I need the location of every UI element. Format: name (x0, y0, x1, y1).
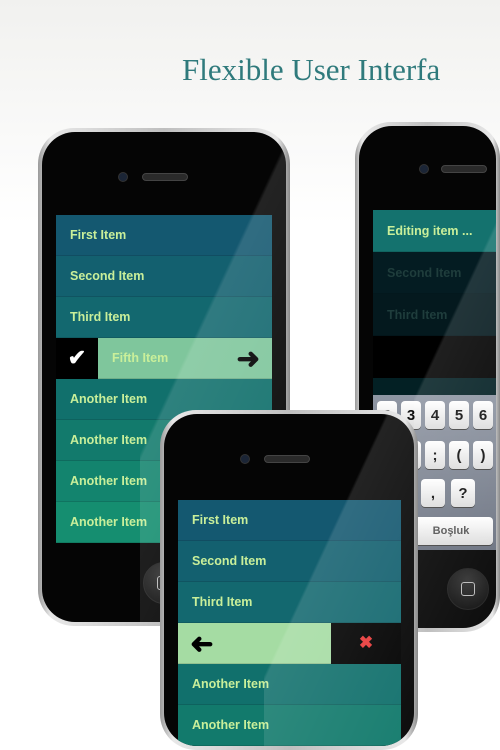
list-item[interactable]: First Item (56, 215, 272, 256)
key[interactable]: , (421, 479, 445, 507)
item-label: Another Item (70, 392, 148, 406)
key[interactable]: ; (425, 441, 445, 469)
swipe-row[interactable]: ✔ Fifth Item ➜ (56, 337, 272, 379)
camera (419, 164, 429, 174)
arrow-right-icon[interactable]: ➜ (237, 342, 260, 375)
camera (118, 172, 128, 182)
key[interactable]: ( (449, 441, 469, 469)
speaker (441, 165, 487, 173)
item-label: Another Item (70, 515, 148, 529)
key[interactable]: 6 (473, 401, 493, 429)
item-label: First Item (70, 228, 127, 242)
list-item[interactable]: Another Item (178, 705, 401, 746)
key[interactable]: ) (473, 441, 493, 469)
item-label: Another Item (70, 474, 148, 488)
home-button[interactable] (447, 568, 489, 610)
list-item[interactable]: Second Item (373, 252, 496, 294)
speaker (264, 455, 310, 463)
item-label: Fifth Item (112, 351, 169, 365)
list-item[interactable]: Another Item (178, 664, 401, 705)
item-label: Third Item (70, 310, 131, 324)
item-label: Second Item (192, 554, 267, 568)
item-label: First Item (192, 513, 249, 527)
key[interactable]: 4 (425, 401, 445, 429)
key[interactable]: 5 (449, 401, 469, 429)
list-item[interactable]: Third Item (373, 294, 496, 336)
camera (240, 454, 250, 464)
checkmark-icon[interactable]: ✔ (56, 337, 98, 379)
list-item[interactable]: Second Item (178, 541, 401, 582)
list-item[interactable]: Third Item (56, 297, 272, 338)
list-item[interactable]: First Item (178, 500, 401, 541)
phone-front: First Item Second Item Third Item ➜ ✖ An… (160, 410, 418, 750)
item-label: Another Item (192, 718, 270, 732)
list-item[interactable]: Second Item (56, 256, 272, 297)
editing-row[interactable]: Editing item ... (373, 210, 496, 252)
delete-x-icon[interactable]: ✖ (331, 622, 401, 664)
editing-label: Editing item ... (387, 223, 473, 238)
space-key[interactable]: Boşluk (409, 517, 493, 545)
screen: First Item Second Item Third Item ➜ ✖ An… (178, 500, 401, 746)
item-label: Another Item (192, 677, 270, 691)
item-label: Another Item (70, 433, 148, 447)
swipe-row[interactable]: ➜ ✖ (178, 622, 401, 664)
item-label: Second Item (70, 269, 145, 283)
item-label: Third Item (387, 307, 448, 322)
item-label: Second Item (387, 265, 462, 280)
list-item[interactable]: Third Item (178, 582, 401, 623)
speaker (142, 173, 188, 181)
page-title: Flexible User Interfa (182, 52, 441, 87)
key[interactable]: ? (451, 479, 475, 507)
arrow-left-icon[interactable]: ➜ (190, 627, 213, 660)
item-label: Third Item (192, 595, 253, 609)
blank-row (373, 336, 496, 378)
